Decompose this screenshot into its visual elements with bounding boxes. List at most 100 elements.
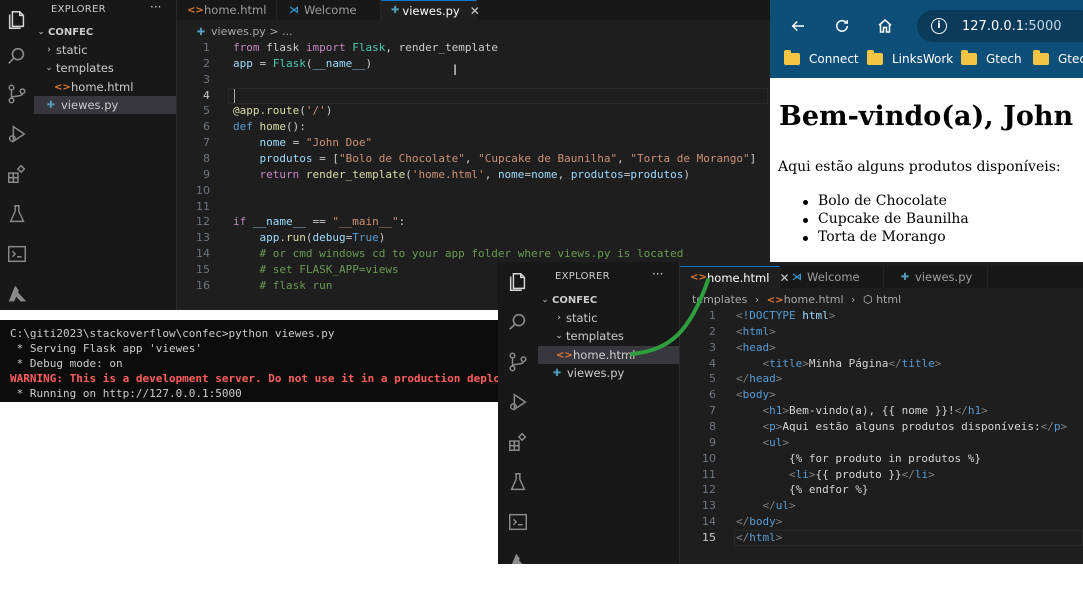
list-item: Bolo de Chocolate bbox=[803, 193, 947, 209]
code-line: # flask run bbox=[259, 279, 333, 292]
editor-window-bottom: EXPLORER ··· ⌄ CONFEC › static ⌄ templat… bbox=[498, 262, 1083, 564]
explorer-icon[interactable] bbox=[498, 262, 538, 302]
line-number: 2 bbox=[203, 57, 210, 70]
terminal-panel[interactable]: C:\giti2023\stackoverflow\confec>python … bbox=[0, 320, 500, 402]
terminal-line: C:\giti2023\stackoverflow\confec>python … bbox=[10, 327, 335, 340]
bookmark-label: LinksWork bbox=[892, 52, 954, 66]
activity-bar bbox=[498, 262, 538, 564]
code-line: <body> bbox=[736, 388, 776, 401]
tab-home-html[interactable]: <> home.html bbox=[177, 0, 277, 20]
code-line: app.run(debug=True) bbox=[259, 231, 386, 244]
line-number: 12 bbox=[702, 483, 716, 496]
chevron-right-icon: › bbox=[754, 293, 760, 306]
line-number: 16 bbox=[196, 279, 210, 292]
breadcrumb-text: viewes.py > ... bbox=[211, 25, 293, 38]
folder-label: CONFEC bbox=[552, 294, 598, 306]
page-heading: Bem-vindo(a), John Doe bbox=[779, 101, 1083, 132]
tree-item-label: templates bbox=[56, 61, 114, 75]
browser-toolbar: i 127.0.0.1:5000 Connect LinksWork Gtech… bbox=[770, 0, 1083, 78]
tree-item-static[interactable]: › static bbox=[552, 309, 597, 327]
line-number: 11 bbox=[196, 200, 210, 213]
explorer-title: EXPLORER bbox=[51, 4, 106, 15]
tab-viewes-py[interactable]: ✚ viewes.py ✕ bbox=[381, 0, 480, 20]
tab-welcome[interactable]: ⋊ Welcome bbox=[277, 0, 381, 20]
reload-icon[interactable] bbox=[828, 12, 856, 40]
testing-icon[interactable] bbox=[0, 194, 34, 234]
page-paragraph: Aqui estão alguns produtos disponíveis: bbox=[778, 159, 1061, 175]
explorer-more-icon[interactable]: ··· bbox=[150, 0, 161, 14]
tab-viewes-py[interactable]: ✚ viewes.py bbox=[884, 266, 988, 288]
bookmark-linkswork[interactable]: LinksWork bbox=[867, 50, 953, 68]
code-lines: <!DOCTYPE html> <html> <head> <title>Minha… bbox=[736, 308, 1083, 558]
code-line: @app.route('/') bbox=[233, 104, 333, 117]
line-number: 9 bbox=[709, 436, 716, 449]
terminal-line: * Debug mode: on bbox=[10, 357, 123, 370]
testing-icon[interactable] bbox=[498, 462, 538, 502]
line-number: 15 bbox=[196, 263, 210, 276]
annotation-arrow bbox=[630, 278, 710, 356]
bookmark-gtech[interactable]: Gtech bbox=[961, 50, 1022, 68]
close-icon[interactable]: ✕ bbox=[470, 4, 480, 18]
address-bar[interactable]: i 127.0.0.1:5000 bbox=[917, 10, 1083, 42]
tree-item-static[interactable]: › static bbox=[42, 41, 87, 59]
explorer-icon[interactable] bbox=[0, 0, 34, 40]
search-icon[interactable] bbox=[498, 302, 538, 342]
line-number: 6 bbox=[709, 388, 716, 401]
run-debug-icon[interactable] bbox=[0, 114, 34, 154]
home-icon[interactable] bbox=[871, 12, 899, 40]
python-file-icon: ✚ bbox=[900, 271, 910, 283]
line-number: 14 bbox=[702, 515, 716, 528]
code-lines: from flask import Flask, render_template… bbox=[233, 40, 768, 300]
tree-item-templates[interactable]: ⌄ templates bbox=[42, 59, 114, 77]
code-line: <head> bbox=[736, 341, 776, 354]
line-number: 5 bbox=[203, 104, 210, 117]
chevron-down-icon: ⌄ bbox=[555, 331, 563, 341]
html-file-icon: <> bbox=[187, 4, 204, 16]
extensions-icon[interactable] bbox=[0, 154, 34, 194]
folder-icon bbox=[784, 50, 800, 65]
browser-window: i 127.0.0.1:5000 Connect LinksWork Gtech… bbox=[770, 0, 1083, 262]
azure-icon[interactable] bbox=[0, 274, 34, 310]
chevron-right-icon: › bbox=[47, 45, 51, 55]
folder-icon bbox=[867, 50, 883, 65]
source-control-icon[interactable] bbox=[0, 74, 34, 114]
tree-item-home-html[interactable]: <> home.html bbox=[54, 78, 133, 96]
line-number: 8 bbox=[203, 152, 210, 165]
terminal-icon[interactable] bbox=[0, 234, 34, 274]
bookmark-connect[interactable]: Connect bbox=[784, 50, 859, 68]
breadcrumb[interactable]: templates › <>home.html › ⬡ html bbox=[692, 293, 901, 306]
search-icon[interactable] bbox=[0, 36, 34, 76]
code-editor-home-html[interactable]: 1 2 3 4 5 6 7 8 9 10 11 12 13 14 15 <!DO… bbox=[686, 308, 1083, 564]
terminal-icon[interactable] bbox=[498, 502, 538, 542]
code-line: </body> bbox=[736, 515, 783, 528]
terminal-line: * Serving Flask app 'viewes' bbox=[10, 342, 203, 355]
folder-confec[interactable]: ⌄ CONFEC bbox=[34, 23, 176, 41]
back-icon[interactable] bbox=[784, 12, 812, 40]
run-debug-icon[interactable] bbox=[498, 382, 538, 422]
azure-icon[interactable] bbox=[498, 542, 538, 564]
line-number: 14 bbox=[196, 247, 210, 260]
chevron-right-icon: › bbox=[557, 313, 561, 323]
source-control-icon[interactable] bbox=[498, 342, 538, 382]
code-line: if __name__ == "__main__": bbox=[233, 215, 406, 228]
code-line: <h1>Bem-vindo(a), {{ nome }}!</h1> bbox=[762, 404, 988, 417]
tab-welcome[interactable]: ⋊ Welcome bbox=[780, 266, 884, 288]
breadcrumb[interactable]: ✚ viewes.py > ... bbox=[194, 25, 293, 38]
tree-item-viewes-py[interactable]: ✚ viewes.py bbox=[34, 96, 176, 114]
info-icon[interactable]: i bbox=[931, 18, 947, 34]
tab-label: viewes.py bbox=[402, 3, 460, 18]
chevron-down-icon: ⌄ bbox=[45, 63, 53, 73]
folder-icon bbox=[1033, 50, 1049, 65]
bookmark-gtec[interactable]: Gtec bbox=[1033, 50, 1083, 68]
code-line: <li>{{ produto }}</li> bbox=[788, 468, 935, 481]
line-number: 13 bbox=[702, 499, 716, 512]
tree-item-viewes-py[interactable]: ✚ viewes.py bbox=[550, 364, 625, 382]
html-file-icon: <> bbox=[556, 349, 573, 361]
chevron-down-icon: ⌄ bbox=[541, 295, 549, 305]
code-line: </ul> bbox=[762, 499, 796, 512]
code-line: # set FLASK_APP=views bbox=[259, 263, 399, 276]
explorer-sidebar: EXPLORER ··· ⌄ CONFEC › static ⌄ templat… bbox=[34, 0, 177, 310]
extensions-icon[interactable] bbox=[498, 422, 538, 462]
python-file-icon: ✚ bbox=[552, 367, 562, 379]
line-number: 9 bbox=[203, 168, 210, 181]
